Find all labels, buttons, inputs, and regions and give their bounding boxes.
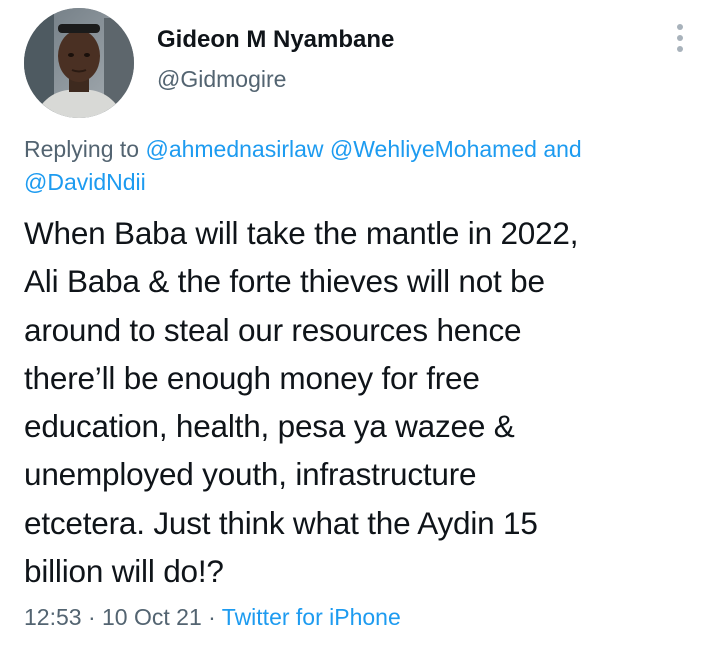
- author-display-name[interactable]: Gideon M Nyambane: [157, 26, 394, 54]
- tweet-date[interactable]: 10 Oct 21: [102, 604, 202, 630]
- tweet-text-line: Ali Baba & the forte thieves will not be: [24, 263, 545, 300]
- tweet-meta: 12:53 · 10 Oct 21 · Twitter for iPhone: [24, 604, 401, 631]
- tweet-time[interactable]: 12:53: [24, 604, 82, 630]
- tweet-text: When Baba will take the mantle in 2022, …: [24, 209, 704, 595]
- replying-prefix: Replying to: [24, 136, 140, 162]
- tweet-text-line: etcetera. Just think what the Aydin 15: [24, 504, 538, 541]
- tweet-text-line: unemployed youth, infrastructure: [24, 456, 477, 493]
- tweet-text-line: When Baba will take the mantle in 2022,: [24, 215, 579, 251]
- tweet-source-link[interactable]: Twitter for iPhone: [222, 604, 401, 630]
- more-options-icon: [677, 24, 683, 30]
- more-options-button[interactable]: [668, 22, 692, 54]
- mention-conjunction[interactable]: and: [543, 136, 581, 162]
- reply-context: Replying to @ahmednasirlaw @WehliyeMoham…: [24, 133, 694, 199]
- tweet-card: Gideon M Nyambane @Gidmogire Replying to…: [0, 0, 720, 645]
- meta-separator: ·: [208, 604, 216, 630]
- tweet-text-line: there’ll be enough money for free: [24, 359, 480, 396]
- mention-link[interactable]: @DavidNdii: [24, 169, 146, 195]
- profile-photo-icon: [24, 8, 134, 118]
- tweet-text-line: around to steal our resources hence: [24, 311, 522, 348]
- author-handle[interactable]: @Gidmogire: [157, 66, 286, 93]
- tweet-text-line: education, health, pesa ya wazee &: [24, 408, 515, 445]
- more-options-icon: [677, 35, 683, 41]
- more-options-icon: [677, 46, 683, 52]
- tweet-text-line: billion will do!?: [24, 553, 224, 590]
- mention-link[interactable]: @WehliyeMohamed: [330, 136, 537, 162]
- avatar[interactable]: [24, 8, 134, 118]
- mention-link[interactable]: @ahmednasirlaw: [145, 136, 323, 162]
- meta-separator: ·: [87, 604, 96, 630]
